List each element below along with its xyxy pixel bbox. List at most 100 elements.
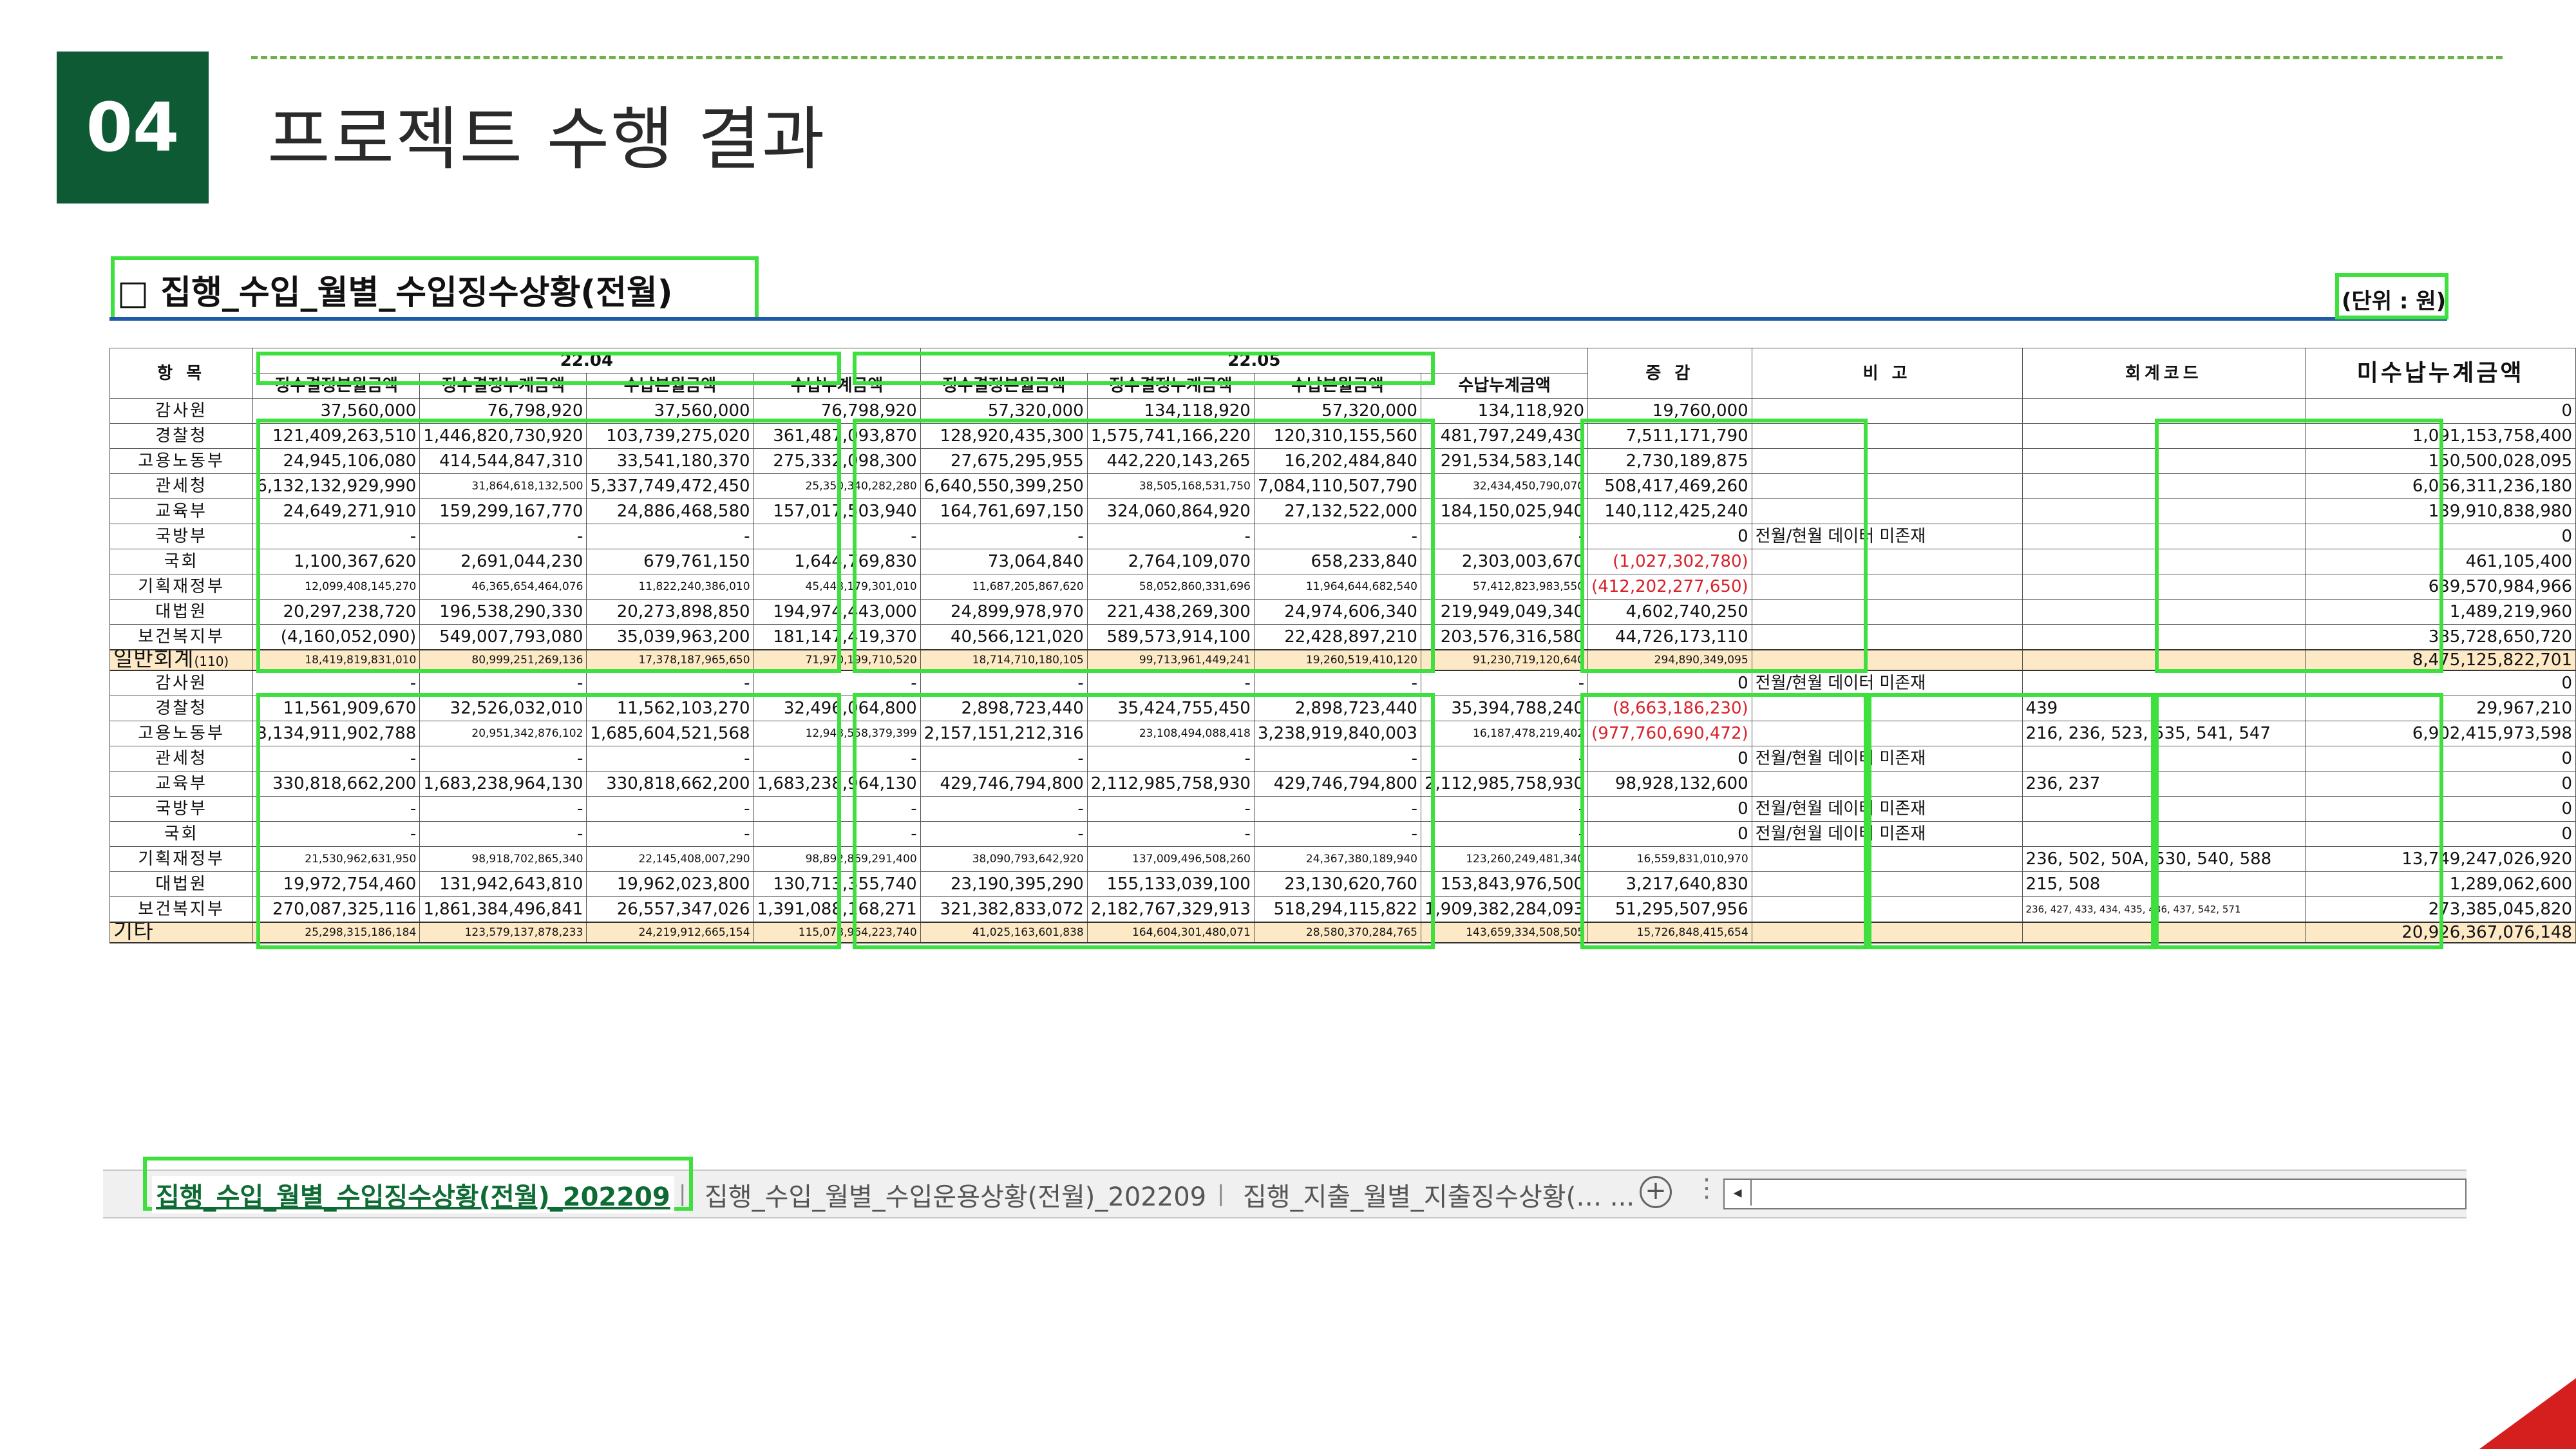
cell-value: 155,133,039,100 xyxy=(1086,871,1255,897)
cell-value: - xyxy=(252,524,421,549)
subheader: 수납누계금액 xyxy=(753,373,921,399)
cell-unpaid: 6,902,415,973,598 xyxy=(2305,721,2576,746)
cell-value: 24,649,271,910 xyxy=(252,498,421,524)
total-code xyxy=(2022,922,2306,943)
cell-change: 98,928,132,600 xyxy=(1587,771,1752,797)
cell-code xyxy=(2022,670,2306,696)
cell-value: - xyxy=(920,670,1088,696)
header-memo: 비 고 xyxy=(1751,348,2023,399)
add-sheet-button[interactable]: + xyxy=(1640,1176,1672,1208)
cell-unpaid: 13,749,247,026,920 xyxy=(2305,846,2576,872)
cell-memo: 전월/현월 데이터 미존재 xyxy=(1751,746,2023,772)
cell-value: 103,739,275,020 xyxy=(586,423,754,449)
scroll-left-icon[interactable]: ◂ xyxy=(1725,1180,1752,1206)
cell-unpaid: 0 xyxy=(2305,746,2576,772)
cell-memo xyxy=(1751,398,2023,424)
cell-change: 51,295,507,956 xyxy=(1587,896,1752,923)
cell-value: - xyxy=(1420,746,1589,772)
cell-value: 181,147,419,370 xyxy=(753,624,921,650)
cell-change: 0 xyxy=(1587,524,1752,549)
cell-value: 131,942,643,810 xyxy=(419,871,587,897)
cell-value: 98,918,702,865,340 xyxy=(419,846,587,872)
cell-value: 1,909,382,284,093 xyxy=(1420,896,1589,923)
horizontal-scrollbar[interactable]: ◂ xyxy=(1723,1179,2467,1209)
cell-value: 2,898,723,440 xyxy=(920,696,1088,721)
cell-memo: 전월/현월 데이터 미존재 xyxy=(1751,796,2023,822)
cell-value: 11,561,909,670 xyxy=(252,696,421,721)
cell-value: 6,640,550,399,250 xyxy=(920,473,1088,499)
row-item: 보건복지부 xyxy=(109,896,254,923)
cell-value: 5,337,749,472,450 xyxy=(586,473,754,499)
cell-value: 291,534,583,140 xyxy=(1420,448,1589,474)
sheet-tab-active[interactable]: 집행_수입_월별_수입징수상황(전월)_202209 xyxy=(152,1176,674,1213)
table-row: 교육부 330,818,662,200 1,683,238,964,130 330,8… xyxy=(109,771,2576,797)
cell-value: - xyxy=(753,821,921,847)
cell-unpaid: 385,728,650,720 xyxy=(2305,624,2576,650)
cell-value: - xyxy=(920,796,1088,822)
cell-value: - xyxy=(419,821,587,847)
cell-memo xyxy=(1751,721,2023,746)
cell-value: 24,945,106,080 xyxy=(252,448,421,474)
cell-change: (8,663,186,230) xyxy=(1587,696,1752,721)
sheet-tab-2[interactable]: 집행_수입_월별_수입운용상황(전월)_202209 xyxy=(705,1176,1206,1213)
cell-value: 11,964,644,682,540 xyxy=(1253,574,1421,600)
cell-value: 330,818,662,200 xyxy=(252,771,421,797)
cell-value: 22,145,408,007,290 xyxy=(586,846,754,872)
row-item: 국방부 xyxy=(109,796,254,822)
cell-value: 20,273,898,850 xyxy=(586,599,754,625)
cell-value: - xyxy=(586,524,754,549)
cell-value: - xyxy=(1253,746,1421,772)
cell-value: 123,260,249,481,340 xyxy=(1420,846,1589,872)
cell-value: - xyxy=(1086,821,1255,847)
table-row: 보건복지부 (4,160,052,090) 549,007,793,080 35,03… xyxy=(109,624,2576,650)
cell-change: 2,730,189,875 xyxy=(1587,448,1752,474)
cell-code: 215, 508 xyxy=(2022,871,2306,897)
cell-value: 221,438,269,300 xyxy=(1086,599,1255,625)
cell-change: 0 xyxy=(1587,746,1752,772)
cell-value: 7,084,110,507,790 xyxy=(1253,473,1421,499)
unit-label: (단위 : 원) xyxy=(2342,289,2447,314)
total-value: 99,713,961,449,241 xyxy=(1086,649,1255,671)
cell-value: 57,320,000 xyxy=(920,398,1088,424)
cell-value: 2,182,767,329,913 xyxy=(1086,896,1255,923)
cell-value: 27,132,522,000 xyxy=(1253,498,1421,524)
cell-value: 19,962,023,800 xyxy=(586,871,754,897)
cell-memo xyxy=(1751,574,2023,600)
cell-value: 73,064,840 xyxy=(920,549,1088,574)
cell-memo xyxy=(1751,473,2023,499)
more-options-icon[interactable]: ⋮ xyxy=(1694,1173,1719,1203)
cell-value: 1,100,367,620 xyxy=(252,549,421,574)
cell-unpaid: 29,967,210 xyxy=(2305,696,2576,721)
table-row: 기획재정부 21,530,962,631,950 98,918,702,865,34… xyxy=(109,846,2576,872)
cell-memo: 전월/현월 데이터 미존재 xyxy=(1751,524,2023,549)
table-row: 감사원 - - - - - - - -0 전월/현월 데이터 미존재 0 xyxy=(109,670,2576,696)
cell-value: 16,202,484,840 xyxy=(1253,448,1421,474)
row-item: 경찰청 xyxy=(109,696,254,721)
cell-value: 330,818,662,200 xyxy=(586,771,754,797)
cell-change: 508,417,469,260 xyxy=(1587,473,1752,499)
cell-value: - xyxy=(586,670,754,696)
total-unpaid: 20,926,367,076,148 xyxy=(2305,922,2576,943)
cell-value: 184,150,025,940 xyxy=(1420,498,1589,524)
sheet-tab-3[interactable]: 집행_지출_월별_지출징수상황(… ... xyxy=(1243,1176,1634,1213)
data-table: 항 목 22.04 22.05 증 감 비 고 회계코드 미수납누계금액 징수결… xyxy=(109,348,2576,943)
subheader: 수납누계금액 xyxy=(1420,373,1589,399)
cell-value: 20,951,342,876,102 xyxy=(419,721,587,746)
cell-unpaid: 0 xyxy=(2305,670,2576,696)
cell-value: - xyxy=(1420,821,1589,847)
table-row: 기획재정부 12,099,408,145,270 46,365,654,464,07… xyxy=(109,574,2576,600)
row-item: 관세청 xyxy=(109,746,254,772)
cell-value: 23,130,620,760 xyxy=(1253,871,1421,897)
cell-value: - xyxy=(753,670,921,696)
cell-unpaid: 6,066,311,236,180 xyxy=(2305,473,2576,499)
header-code: 회계코드 xyxy=(2022,348,2306,399)
cell-value: - xyxy=(1253,796,1421,822)
cell-value: 134,118,920 xyxy=(1086,398,1255,424)
cell-code xyxy=(2022,599,2306,625)
cell-value: - xyxy=(753,524,921,549)
cell-value: 1,575,741,166,220 xyxy=(1086,423,1255,449)
cell-value: - xyxy=(586,796,754,822)
cell-memo xyxy=(1751,624,2023,650)
cell-value: 32,526,032,010 xyxy=(419,696,587,721)
row-item: 감사원 xyxy=(109,398,254,424)
